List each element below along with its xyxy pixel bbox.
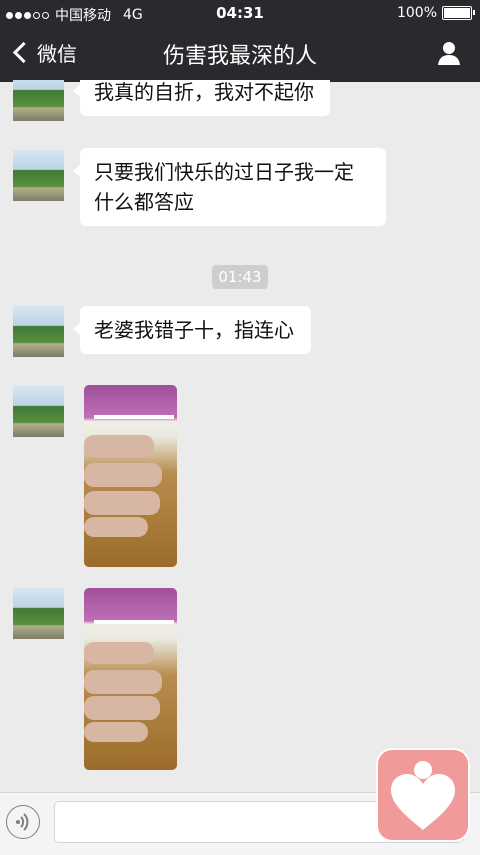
message-text: 老婆我错子十，指连心 <box>94 318 294 342</box>
timestamp-chip: 01:43 <box>212 265 268 289</box>
heart-icon <box>391 761 455 830</box>
nav-bar: 微信 伤害我最深的人 <box>0 28 480 80</box>
voice-icon <box>15 812 28 831</box>
top-bar: 中国移动 4G 04:31 100% 微信 伤害我最深的人 <box>0 0 480 82</box>
image-message[interactable] <box>84 385 177 567</box>
message-bubble[interactable]: 老婆我错子十，指连心 <box>73 306 311 354</box>
message-bubble[interactable]: 只要我们快乐的过日子我一定什么都答应 <box>73 148 386 226</box>
image-message-row <box>0 588 480 772</box>
battery-icon <box>442 6 475 20</box>
message-row: 老婆我错子十，指连心 <box>0 306 480 358</box>
heart-logo-badge <box>376 748 470 842</box>
avatar[interactable] <box>13 588 64 639</box>
voice-input-button[interactable] <box>6 805 40 839</box>
message-row: 只要我们快乐的过日子我一定什么都答应 <box>0 148 480 228</box>
status-right: 100% <box>396 5 475 21</box>
battery-percent: 100% <box>396 5 437 21</box>
avatar[interactable] <box>13 150 64 201</box>
message-bubble[interactable]: 我真的自折，我对不起你 <box>73 80 330 116</box>
avatar[interactable] <box>13 80 64 121</box>
message-text: 我真的自折，我对不起你 <box>94 80 314 104</box>
avatar[interactable] <box>13 386 64 437</box>
image-message-row <box>0 384 480 568</box>
contact-profile-icon[interactable] <box>436 40 462 66</box>
message-text: 只要我们快乐的过日子我一定什么都答应 <box>94 160 354 214</box>
image-message[interactable] <box>84 588 177 770</box>
message-row: 我真的自折，我对不起你 <box>0 80 480 125</box>
chat-title: 伤害我最深的人 <box>162 44 317 69</box>
status-bar: 中国移动 4G 04:31 100% <box>0 0 480 26</box>
avatar[interactable] <box>13 306 64 357</box>
